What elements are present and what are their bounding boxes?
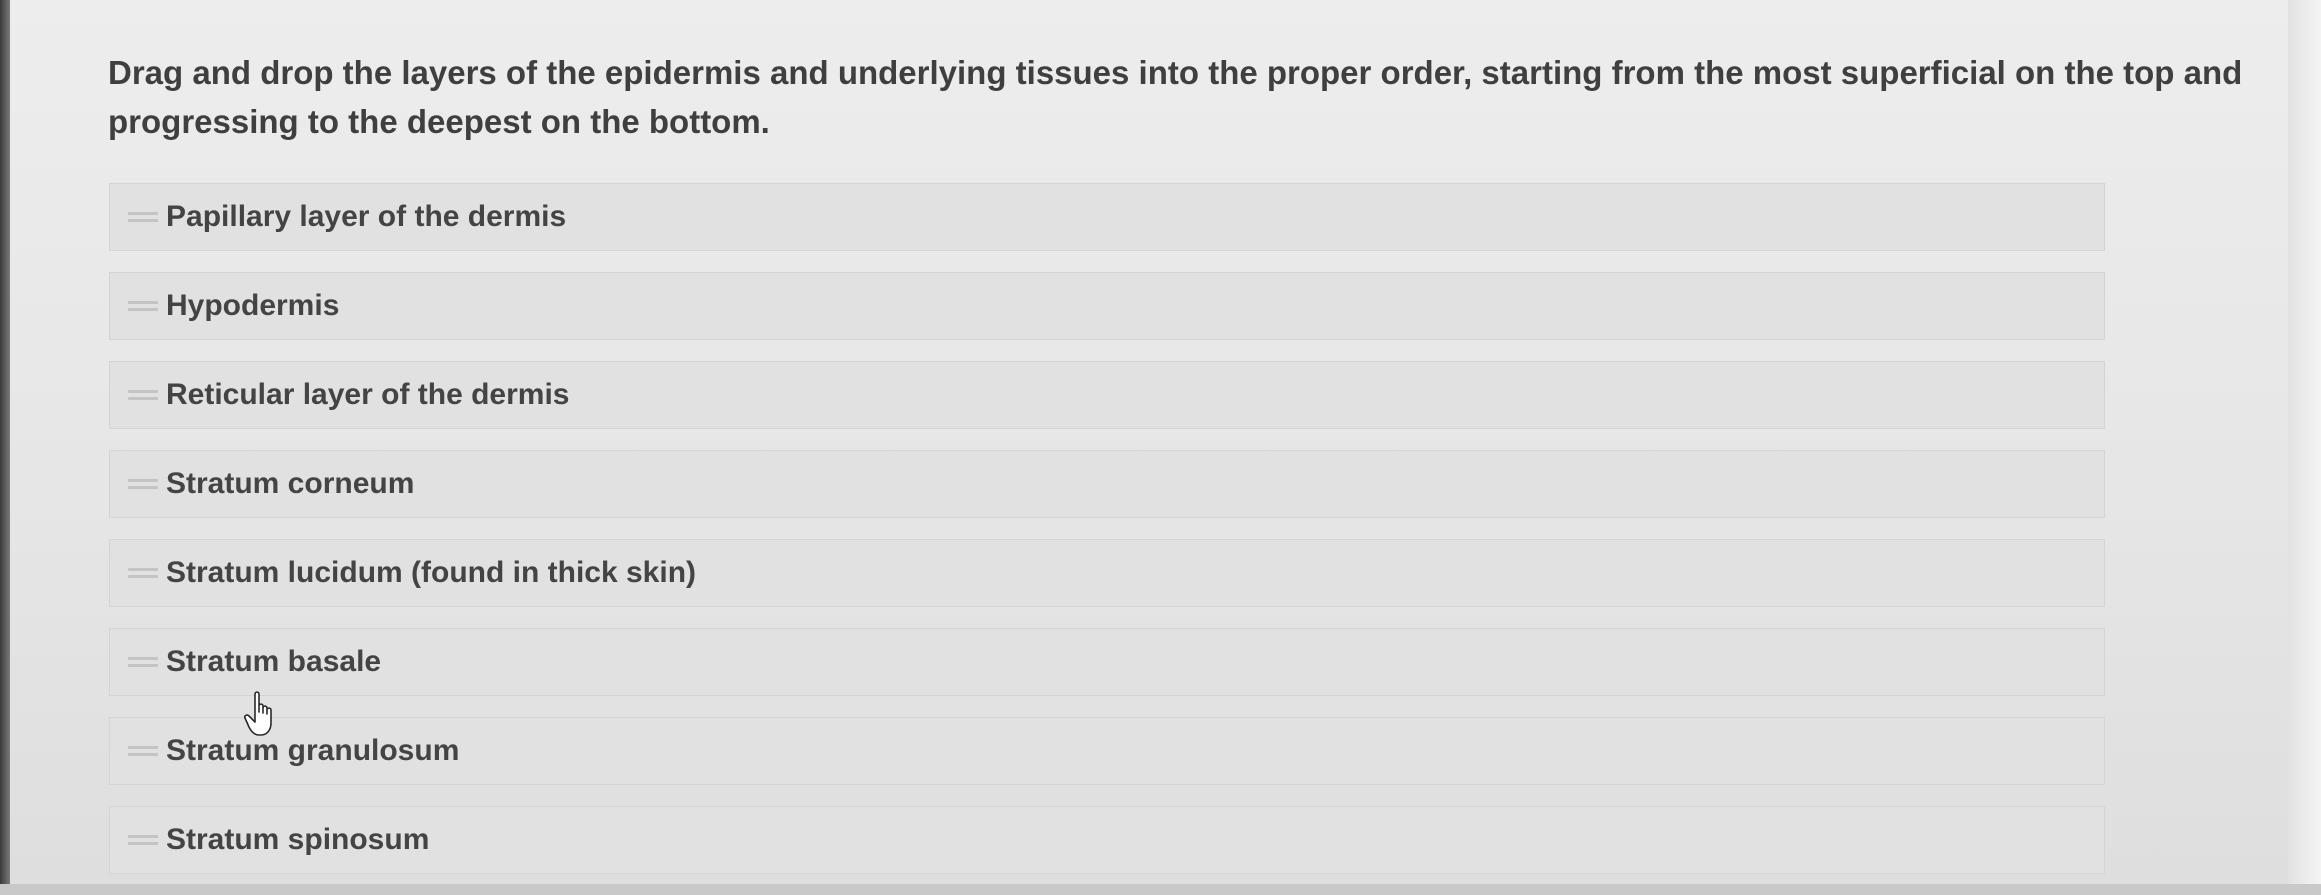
sortable-item-label: Stratum spinosum [166,823,430,856]
sortable-list: Papillary layer of the dermis Hypodermis… [109,183,2105,895]
sortable-item[interactable]: Hypodermis [109,272,2105,340]
sortable-item[interactable]: Reticular layer of the dermis [109,361,2105,429]
drag-handle-icon[interactable] [128,389,158,401]
sortable-item-label: Stratum corneum [166,467,415,500]
monitor-bezel-left [0,0,10,884]
hand-pointer-icon [244,691,272,736]
drag-handle-icon[interactable] [128,834,158,846]
sortable-item-label: Papillary layer of the dermis [166,200,567,233]
drag-handle-icon[interactable] [128,300,158,312]
question-prompt: Drag and drop the layers of the epidermi… [108,54,2243,140]
drag-handle-icon[interactable] [128,567,158,579]
sortable-item-label: Stratum basale [166,645,382,678]
drag-handle-icon[interactable] [128,211,158,223]
drag-handle-icon[interactable] [128,656,158,668]
monitor-bezel-right [2288,0,2321,884]
sortable-item-label: Hypodermis [166,289,340,322]
sortable-item[interactable]: Papillary layer of the dermis [109,183,2105,251]
sortable-item-label: Stratum lucidum (found in thick skin) [166,556,697,589]
sortable-item-label: Stratum granulosum [166,734,460,767]
sortable-item[interactable]: Stratum corneum [109,450,2105,518]
drag-handle-icon[interactable] [128,478,158,490]
sortable-item[interactable]: Stratum spinosum [109,806,2105,874]
sortable-item[interactable]: Stratum basale [109,628,2105,696]
sortable-item[interactable]: Stratum lucidum (found in thick skin) [109,539,2105,607]
drag-handle-icon[interactable] [128,745,158,757]
sortable-item-label: Reticular layer of the dermis [166,378,570,411]
sortable-item[interactable]: Stratum granulosum [109,717,2105,785]
